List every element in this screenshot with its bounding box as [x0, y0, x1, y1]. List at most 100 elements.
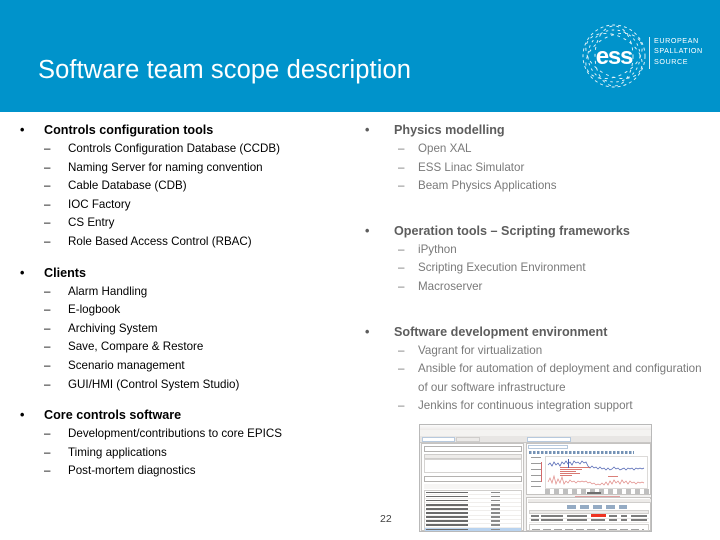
dash-icon: –	[398, 261, 405, 275]
dash-icon: –	[398, 362, 405, 376]
block-heading: • Controls configuration tools	[14, 121, 362, 139]
list-item: – Naming Server for naming convention	[14, 159, 362, 178]
list-item: – Ansible for automation of deployment a…	[358, 360, 710, 397]
thumb-alarm-table-panel	[526, 497, 651, 531]
page-number: 22	[380, 513, 392, 525]
list-item-label: iPython	[418, 242, 457, 256]
block-heading-label: Core controls software	[44, 408, 182, 423]
list-item: – iPython	[358, 241, 710, 260]
list-item-label: Alarm Handling	[68, 284, 148, 298]
page-title: Software team scope description	[38, 56, 412, 84]
dash-icon: –	[398, 343, 405, 357]
thumb-plot-tab	[528, 445, 568, 449]
thumb-plot-toolbar	[529, 450, 634, 454]
logo-line-2: SPALLATION	[654, 46, 703, 56]
thumb-table-body	[424, 459, 522, 473]
bullet-icon: •	[20, 408, 25, 423]
thumb-alarm-cell	[591, 514, 606, 518]
thumb-bottom-detail-pane	[529, 524, 649, 531]
block-heading-label: Software development environment	[394, 324, 608, 339]
content-block: • Physics modelling – Open XAL – ESS Lin…	[358, 121, 710, 196]
control-system-studio-screenshot	[419, 424, 652, 532]
list-item-label: Development/contributions to core EPICS	[68, 427, 282, 441]
thumb-tab-inactive	[456, 436, 480, 442]
list-item: – IOC Factory	[14, 196, 362, 215]
list-item-label: Timing applications	[68, 445, 167, 459]
right-content-column: • Physics modelling – Open XAL – ESS Lin…	[358, 118, 710, 436]
dash-icon: –	[44, 234, 51, 248]
list-item-label: Controls Configuration Database (CCDB)	[68, 142, 280, 155]
bullet-icon: •	[365, 223, 370, 238]
dash-icon: –	[398, 179, 405, 193]
block-heading: • Core controls software	[14, 406, 362, 424]
logo-line-1: EUROPEAN	[654, 36, 699, 45]
dash-icon: –	[44, 358, 51, 372]
thumb-data-browser-plot-panel	[526, 443, 651, 501]
list-item: – Timing applications	[14, 444, 362, 463]
list-item-label: Ansible for automation of deployment and…	[418, 362, 702, 394]
list-item-label: IOC Factory	[68, 197, 131, 211]
dash-icon: –	[44, 197, 51, 211]
list-item: – Beam Physics Applications	[358, 177, 710, 196]
thumb-tab-active-left	[422, 436, 455, 442]
list-item-label: Save, Compare & Restore	[68, 340, 204, 354]
list-item: – Alarm Handling	[14, 283, 362, 302]
thumb-plot-x-axis-title	[587, 491, 601, 494]
bullet-icon: •	[365, 123, 370, 137]
dash-icon: –	[44, 303, 51, 317]
thumb-plot-area	[545, 456, 648, 489]
slide-header-banner: Software team scope description ess EURO…	[0, 0, 720, 112]
list-item-label: Jenkins for continuous integration suppo…	[418, 399, 633, 413]
list-item: – E-logbook	[14, 301, 362, 320]
dash-icon: –	[44, 340, 51, 354]
list-item: – Macroserver	[358, 278, 710, 297]
logo-line-3: SOURCE	[654, 56, 689, 66]
list-item-label: Beam Physics Applications	[418, 179, 557, 193]
dash-icon: –	[44, 284, 51, 298]
logo-divider	[649, 37, 650, 69]
dash-icon: –	[398, 242, 405, 256]
list-item: – Post-mortem diagnostics	[14, 462, 362, 481]
list-item-label: CS Entry	[68, 216, 115, 230]
svg-text:ess: ess	[596, 43, 633, 70]
content-block: • Clients – Alarm Handling – E-logbook –…	[14, 264, 362, 395]
list-item-label: Open XAL	[418, 142, 472, 155]
list-item: – Cable Database (CDB)	[14, 177, 362, 196]
thumb-detail-text	[532, 528, 644, 531]
list-item: – Archiving System	[14, 320, 362, 339]
block-heading: • Physics modelling	[358, 121, 710, 139]
list-item-label: Post-mortem diagnostics	[68, 464, 196, 478]
list-item: – Development/contributions to core EPIC…	[14, 425, 362, 444]
list-item-label: Scripting Execution Environment	[418, 261, 586, 275]
content-block: • Operation tools – Scripting frameworks…	[358, 222, 710, 297]
thumb-bottom-tabs	[528, 499, 651, 503]
list-item-label: Naming Server for naming convention	[68, 160, 263, 174]
list-item-label: Vagrant for virtualization	[418, 343, 543, 357]
block-heading-label: Controls configuration tools	[44, 123, 214, 137]
dash-icon: –	[44, 321, 51, 335]
content-block: • Core controls software – Development/c…	[14, 406, 362, 481]
dash-icon: –	[44, 377, 51, 391]
list-item-label: GUI/HMI (Control System Studio)	[68, 377, 240, 391]
list-item-label: ESS Linac Simulator	[418, 160, 525, 174]
list-item: – Controls Configuration Database (CCDB)	[14, 140, 362, 159]
dash-icon: –	[44, 464, 51, 478]
dash-icon: –	[398, 160, 405, 174]
thumb-filter-field	[424, 476, 522, 482]
dash-icon: –	[44, 216, 51, 230]
thumb-plot-traces	[547, 459, 645, 486]
list-item-label: Archiving System	[68, 321, 158, 335]
thumb-checkbox-row	[424, 484, 522, 489]
left-content-column: • Controls configuration tools – Control…	[14, 118, 362, 483]
block-heading: • Operation tools – Scripting frameworks	[358, 222, 710, 240]
thumb-pv-list-panel	[421, 443, 524, 531]
dash-icon: –	[398, 399, 405, 413]
list-item: – Jenkins for continuous integration sup…	[358, 397, 710, 416]
list-item-label: Role Based Access Control (RBAC)	[68, 234, 252, 248]
ess-logo-wordmark: EUROPEAN SPALLATION SOURCE	[654, 36, 703, 67]
content-block: • Software development environment – Vag…	[358, 323, 710, 416]
block-heading: • Clients	[14, 264, 362, 282]
list-item: – Scenario management	[14, 357, 362, 376]
list-item: – Role Based Access Control (RBAC)	[14, 233, 362, 252]
thumb-bottom-buttons	[567, 504, 627, 509]
